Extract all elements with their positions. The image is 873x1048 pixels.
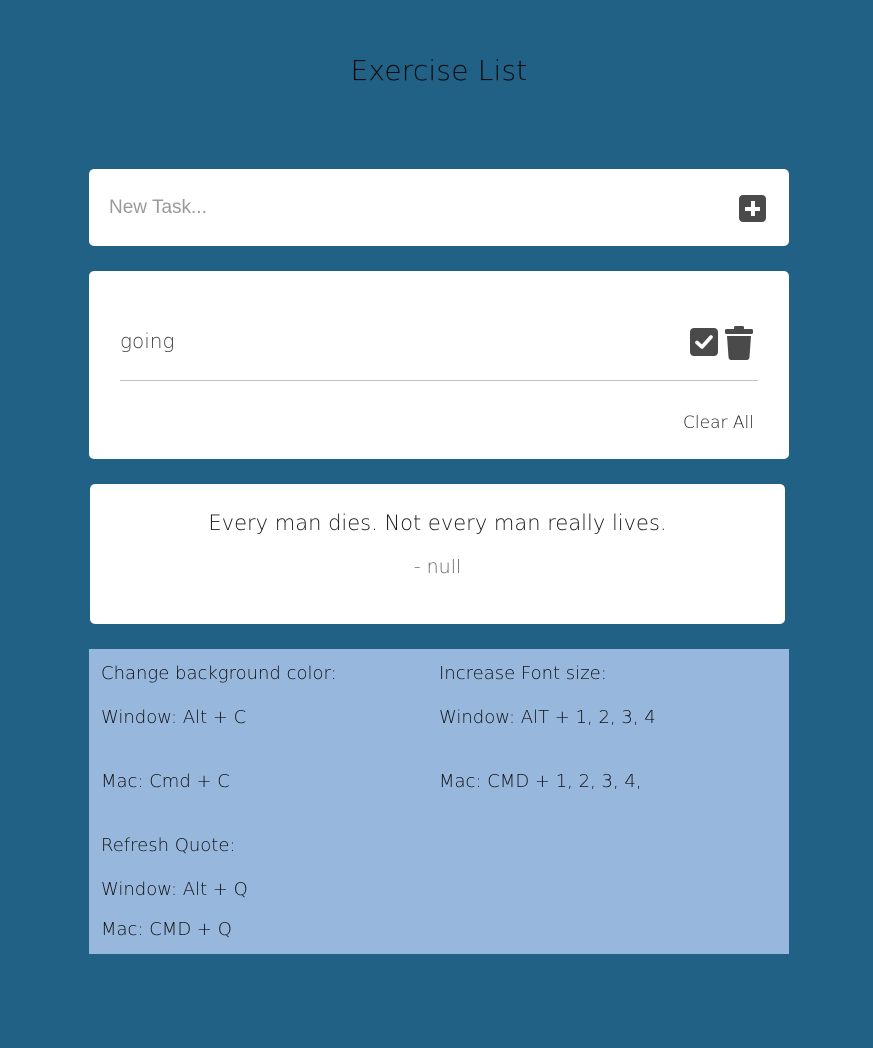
font-size-shortcut-mac: Mac: CMD + 1, 2, 3, 4, <box>439 771 642 792</box>
clear-all-button[interactable]: Clear All <box>683 413 754 433</box>
quote-card: Every man dies. Not every man really liv… <box>90 484 785 624</box>
background-shortcut-windows: Window: Alt + C <box>101 707 247 728</box>
check-square-icon[interactable] <box>690 328 718 356</box>
font-size-shortcut-heading: Increase Font size: <box>439 663 607 684</box>
quote-author: - null <box>413 556 462 578</box>
task-list-card: going Clear All <box>89 271 789 459</box>
quote-shortcut-windows: Window: Alt + Q <box>101 879 248 900</box>
background-shortcut-mac: Mac: Cmd + C <box>101 771 230 792</box>
font-size-shortcut-windows: Window: AlT + 1, 2, 3, 4 <box>439 707 656 728</box>
task-text: going <box>120 329 175 353</box>
background-shortcut-heading: Change background color: <box>101 663 337 684</box>
quote-text: Every man dies. Not every man really liv… <box>208 511 667 535</box>
page-title: Exercise List <box>350 54 528 87</box>
task-item: going <box>120 316 758 381</box>
quote-shortcut-mac: Mac: CMD + Q <box>101 919 232 940</box>
quote-shortcut-heading: Refresh Quote: <box>101 835 236 856</box>
plus-square-icon[interactable] <box>739 195 766 222</box>
shortcuts-panel: Change background color: Window: Alt + C… <box>89 649 789 954</box>
new-task-input[interactable] <box>109 193 709 223</box>
trash-icon[interactable] <box>724 326 754 360</box>
new-task-card <box>89 169 789 246</box>
